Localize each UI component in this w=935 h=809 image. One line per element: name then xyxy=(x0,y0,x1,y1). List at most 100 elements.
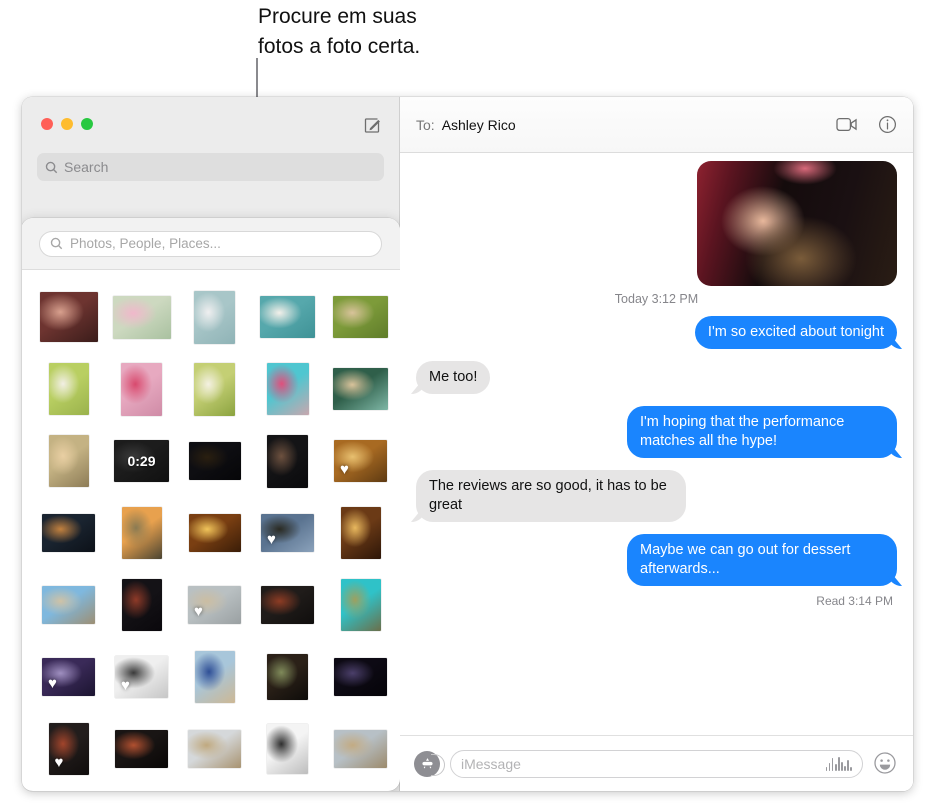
zoom-button[interactable] xyxy=(81,118,93,130)
photo-cell[interactable] xyxy=(178,353,251,425)
photo-cell[interactable] xyxy=(32,497,105,569)
photo-thumbnail[interactable]: 0:29 xyxy=(114,440,169,482)
photo-cell[interactable] xyxy=(32,569,105,641)
emoji-smiley-icon[interactable] xyxy=(873,751,899,777)
favorite-heart-icon: ♥ xyxy=(340,462,349,477)
photo-thumbnail[interactable] xyxy=(261,586,314,624)
photo-thumbnail[interactable] xyxy=(334,730,387,768)
incoming-message-bubble[interactable]: Me too! xyxy=(416,361,490,394)
photo-cell[interactable]: ♥ xyxy=(105,641,178,713)
photo-thumbnail[interactable] xyxy=(122,579,162,631)
photo-attachment[interactable] xyxy=(697,161,897,286)
imessage-input[interactable]: iMessage xyxy=(450,750,863,778)
photo-thumbnail[interactable] xyxy=(188,730,241,768)
photo-thumbnail[interactable] xyxy=(189,514,241,552)
photo-thumbnail[interactable] xyxy=(115,730,168,768)
imessage-placeholder: iMessage xyxy=(461,756,521,772)
photo-cell[interactable] xyxy=(251,569,324,641)
photo-cell[interactable] xyxy=(178,713,251,785)
photo-cell[interactable] xyxy=(178,641,251,713)
photo-thumbnail[interactable] xyxy=(121,363,162,416)
photo-thumbnail[interactable] xyxy=(333,296,388,338)
photo-cell[interactable] xyxy=(178,497,251,569)
photo-cell[interactable]: ♥ xyxy=(32,713,105,785)
photo-thumbnail[interactable]: ♥ xyxy=(334,440,387,482)
photo-thumbnail[interactable] xyxy=(267,654,308,700)
minimize-button[interactable] xyxy=(61,118,73,130)
app-store-icon[interactable] xyxy=(414,751,440,777)
facetime-video-icon[interactable] xyxy=(836,117,858,132)
incoming-message-bubble[interactable]: The reviews are so good, it has to be gr… xyxy=(416,470,686,522)
photo-cell[interactable] xyxy=(251,641,324,713)
close-button[interactable] xyxy=(41,118,53,130)
photo-thumbnail[interactable] xyxy=(122,507,162,559)
search-placeholder: Search xyxy=(64,159,108,175)
photo-thumbnail[interactable]: ♥ xyxy=(261,514,314,552)
info-icon[interactable] xyxy=(878,115,897,134)
search-input[interactable]: Search xyxy=(37,153,384,181)
photo-cell[interactable] xyxy=(251,425,324,497)
photo-thumbnail[interactable]: ♥ xyxy=(49,723,89,775)
favorite-heart-icon: ♥ xyxy=(267,532,276,547)
photo-thumbnail[interactable] xyxy=(267,363,309,415)
recipient-name[interactable]: Ashley Rico xyxy=(442,117,516,133)
photo-cell[interactable] xyxy=(324,281,397,353)
photo-thumbnail[interactable]: ♥ xyxy=(115,656,168,698)
photo-cell[interactable]: ♥ xyxy=(324,425,397,497)
photo-cell[interactable] xyxy=(324,569,397,641)
photo-cell[interactable]: ♥ xyxy=(32,641,105,713)
photo-thumbnail[interactable] xyxy=(49,435,89,487)
photo-thumbnail[interactable] xyxy=(194,363,235,416)
photo-cell[interactable] xyxy=(105,497,178,569)
photo-thumbnail[interactable] xyxy=(267,435,308,488)
photo-cell[interactable] xyxy=(324,641,397,713)
photo-thumbnail[interactable] xyxy=(195,651,235,703)
photo-cell[interactable] xyxy=(178,425,251,497)
photo-cell[interactable] xyxy=(251,281,324,353)
outgoing-message-bubble[interactable]: Maybe we can go out for dessert afterwar… xyxy=(627,534,897,586)
photo-cell[interactable] xyxy=(32,425,105,497)
photo-thumbnail[interactable] xyxy=(113,296,171,339)
photo-picker-header: Photos, People, Places... xyxy=(22,218,400,270)
photo-thumbnail[interactable] xyxy=(194,291,235,344)
photo-cell[interactable] xyxy=(32,281,105,353)
photo-cell[interactable] xyxy=(251,713,324,785)
photo-search-input[interactable]: Photos, People, Places... xyxy=(39,231,382,257)
photo-thumbnail[interactable] xyxy=(42,586,95,624)
photo-search-placeholder: Photos, People, Places... xyxy=(70,236,221,251)
traffic-lights xyxy=(41,118,93,130)
photo-thumbnail[interactable] xyxy=(40,292,98,342)
photo-cell[interactable] xyxy=(251,353,324,425)
photo-thumbnail[interactable] xyxy=(49,363,89,415)
photo-thumbnail[interactable]: ♥ xyxy=(188,586,241,624)
photo-thumbnail[interactable] xyxy=(260,296,315,338)
photo-cell[interactable]: 0:29 xyxy=(105,425,178,497)
photo-cell[interactable] xyxy=(32,353,105,425)
photo-thumbnail[interactable] xyxy=(334,658,387,696)
photo-cell[interactable] xyxy=(105,713,178,785)
photo-thumbnail[interactable] xyxy=(341,579,381,631)
audio-waveform-icon[interactable] xyxy=(826,757,852,771)
compose-icon[interactable] xyxy=(360,113,384,137)
photo-thumbnail[interactable]: ♥ xyxy=(42,658,95,696)
photo-cell[interactable] xyxy=(178,281,251,353)
outgoing-message-bubble[interactable]: I'm hoping that the performance matches … xyxy=(627,406,897,458)
photo-thumbnail[interactable] xyxy=(42,514,95,552)
photo-thumbnail[interactable] xyxy=(189,442,241,480)
photo-cell[interactable] xyxy=(324,497,397,569)
photo-cell[interactable] xyxy=(105,353,178,425)
photo-cell[interactable] xyxy=(324,353,397,425)
photo-thumbnail[interactable] xyxy=(267,724,308,774)
outgoing-message-bubble[interactable]: I'm so excited about tonight xyxy=(695,316,897,349)
photo-cell[interactable] xyxy=(324,713,397,785)
photo-thumbnail[interactable] xyxy=(341,507,381,559)
photo-cell[interactable] xyxy=(105,281,178,353)
photo-cell[interactable]: ♥ xyxy=(251,497,324,569)
photo-grid: 0:29 ♥ ♥ ♥ ♥ ♥ ♥ xyxy=(22,270,400,785)
to-label: To: xyxy=(416,117,435,133)
photo-thumbnail[interactable] xyxy=(333,368,388,410)
photo-cell[interactable] xyxy=(105,569,178,641)
favorite-heart-icon: ♥ xyxy=(55,755,64,770)
message-thread[interactable]: Today 3:12 PM I'm so excited about tonig… xyxy=(400,153,913,735)
photo-cell[interactable]: ♥ xyxy=(178,569,251,641)
